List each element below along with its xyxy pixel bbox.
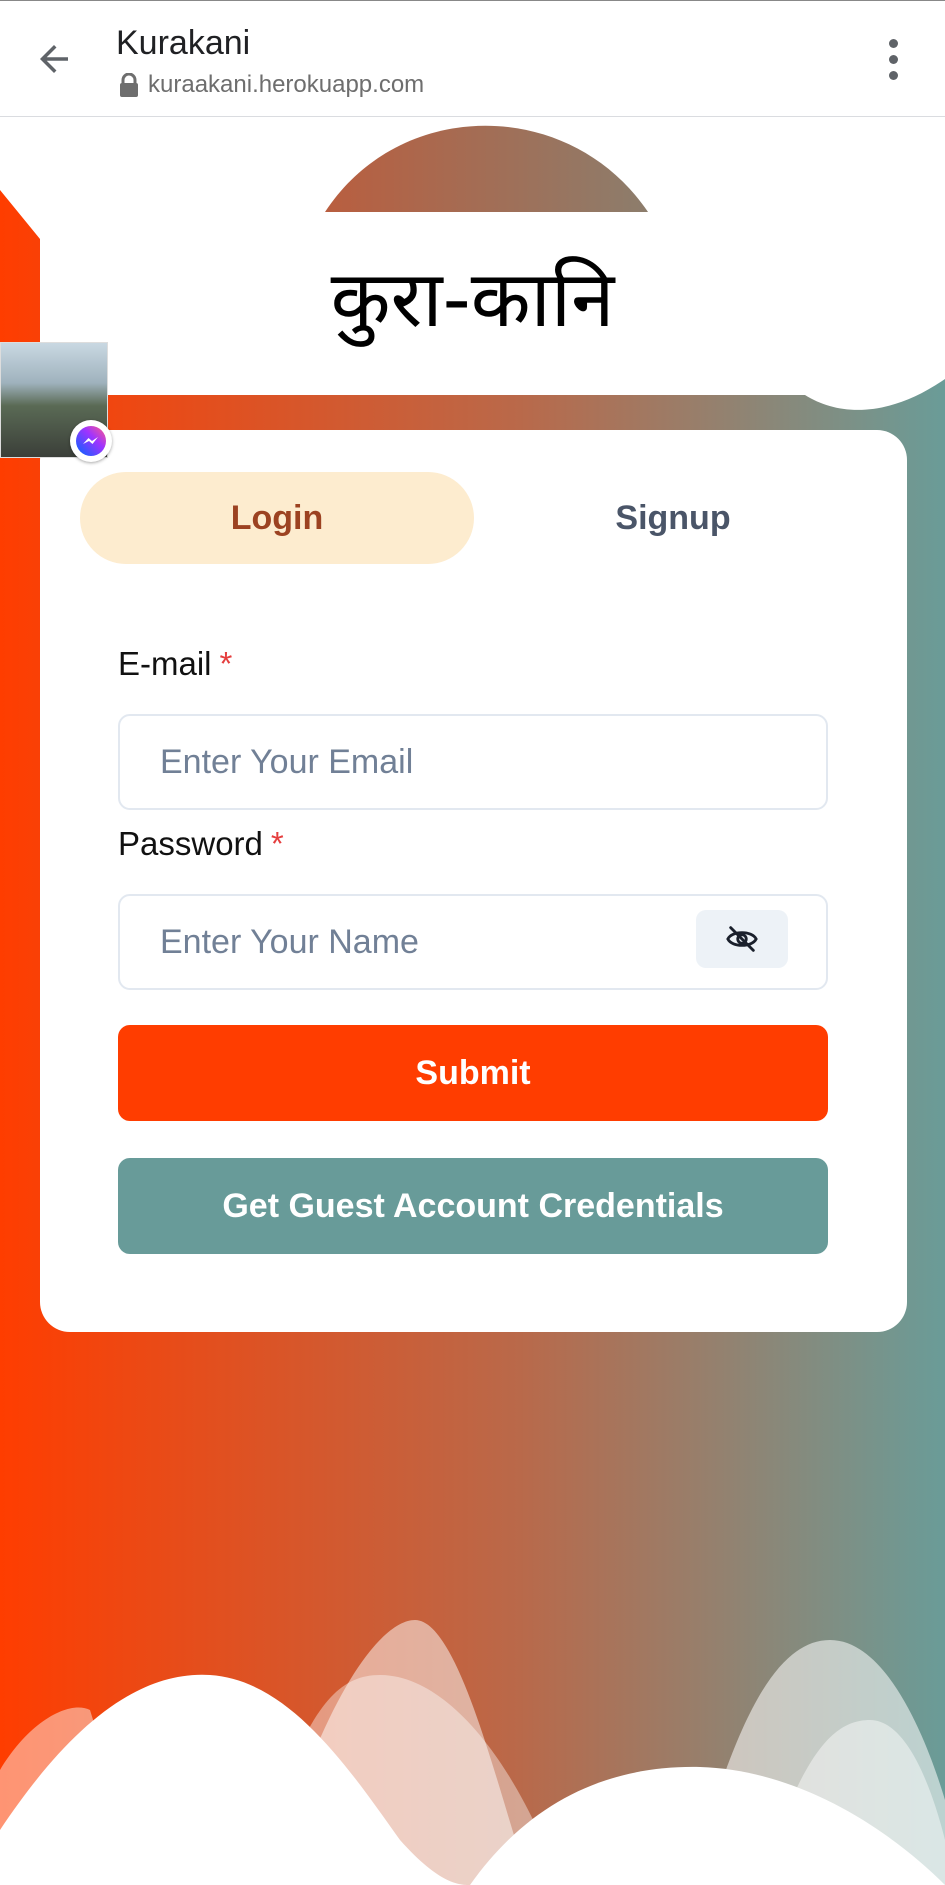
brand-logo: कुरा-कानि xyxy=(330,255,615,345)
lock-icon xyxy=(120,73,138,97)
auth-tabs: Login Signup xyxy=(80,472,870,564)
url-bar[interactable]: kuraakani.herokuapp.com xyxy=(118,69,424,101)
more-vertical-icon xyxy=(888,38,898,48)
tab-signup[interactable]: Signup xyxy=(476,472,870,564)
required-mark: * xyxy=(219,645,233,682)
messenger-icon xyxy=(76,426,106,456)
decorative-waves xyxy=(0,1620,945,1885)
toggle-password-button[interactable] xyxy=(696,910,788,968)
back-button[interactable] xyxy=(30,35,78,83)
more-vertical-icon-dot xyxy=(888,70,898,80)
guest-credentials-button[interactable]: Get Guest Account Credentials xyxy=(118,1158,828,1254)
tab-login[interactable]: Login xyxy=(80,472,474,564)
password-label: Password * xyxy=(118,825,284,863)
more-vertical-icon-dot xyxy=(888,54,898,64)
login-card: Login Signup E-mail* Password* Submit Ge… xyxy=(40,430,907,1332)
email-label: E-mail * xyxy=(118,645,232,683)
email-label-text: E-mail xyxy=(118,645,212,682)
password-label-text: Password xyxy=(118,825,263,862)
required-mark: * xyxy=(270,825,284,862)
browser-toolbar: Kurakani kuraakani.herokuapp.com xyxy=(0,0,945,117)
chat-head[interactable] xyxy=(0,342,112,462)
page-title: Kurakani xyxy=(116,24,251,62)
url-text: kuraakani.herokuapp.com xyxy=(148,71,425,98)
arrow-left-icon xyxy=(40,45,68,73)
email-field[interactable] xyxy=(118,714,828,810)
submit-button[interactable]: Submit xyxy=(118,1025,828,1121)
eye-off-icon xyxy=(726,926,758,952)
more-options-button[interactable] xyxy=(881,35,905,83)
messenger-badge xyxy=(70,420,112,462)
